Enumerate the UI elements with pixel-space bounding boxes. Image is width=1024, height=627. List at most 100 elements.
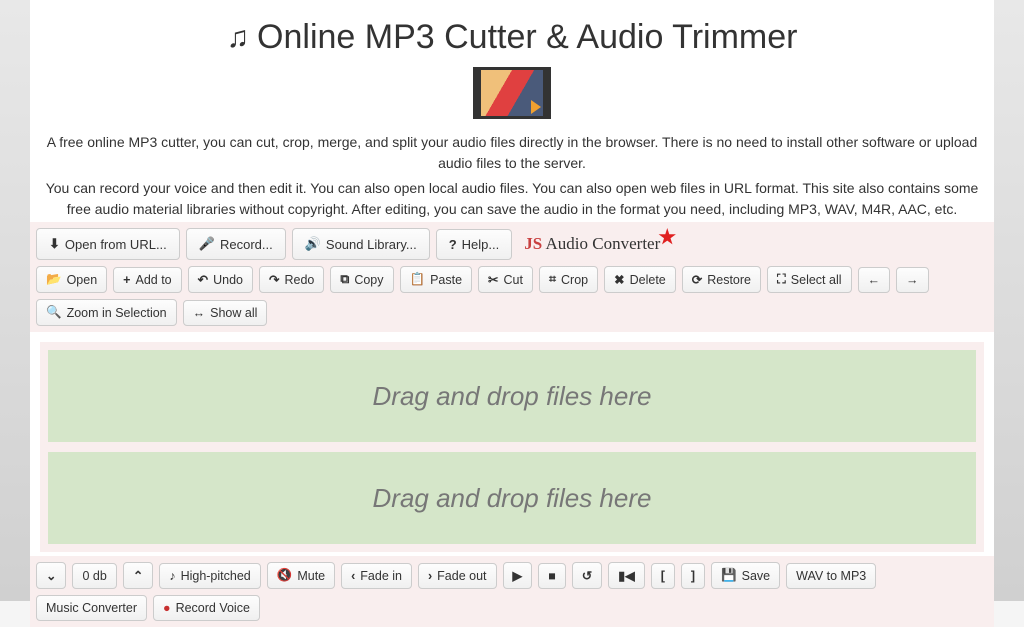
mute-label: Mute <box>297 569 325 583</box>
arrow-left-icon: ← <box>868 273 881 287</box>
arrow-right-icon: → <box>906 273 919 287</box>
drop-text-2: Drag and drop files here <box>373 483 652 514</box>
play-button[interactable]: ▶ <box>503 562 533 589</box>
show-all-icon: ↔ <box>193 306 206 320</box>
paste-button[interactable]: 📋Paste <box>400 266 473 293</box>
microphone-icon: 🎤 <box>199 236 215 252</box>
description-line-1: A free online MP3 cutter, you can cut, c… <box>30 130 994 176</box>
open-url-label: Open from URL... <box>65 237 167 252</box>
volume-dropdown-button[interactable]: ⌄ <box>36 562 66 589</box>
download-icon: ⬇ <box>49 236 60 252</box>
save-button[interactable]: 💾 Save <box>711 562 780 589</box>
music-converter-button[interactable]: Music Converter <box>36 595 147 621</box>
fade-in-label: Fade in <box>360 569 402 583</box>
select-all-button[interactable]: ⛶Select all <box>767 266 852 293</box>
fade-in-icon: ‹ <box>351 569 355 583</box>
bracket-close-button[interactable]: ] <box>681 563 705 589</box>
audio-converter-link[interactable]: JS Audio Converter <box>518 234 666 254</box>
copy-label: Copy <box>354 273 383 287</box>
new-badge-icon <box>658 228 676 246</box>
open-button[interactable]: 📂Open <box>36 266 107 293</box>
crop-button[interactable]: ⌗ Crop <box>539 266 598 293</box>
redo-icon: ↷ <box>269 272 279 287</box>
mute-button[interactable]: 🔇Mute <box>267 562 335 589</box>
fade-in-button[interactable]: ‹ Fade in <box>341 563 412 589</box>
skip-back-button[interactable]: ▮◀ <box>608 562 645 589</box>
db-label: 0 db <box>82 569 106 583</box>
page-title: ♫ Online MP3 Cutter & Audio Trimmer <box>227 18 798 57</box>
restore-button[interactable]: ⟳ Restore <box>682 266 761 293</box>
sound-library-button[interactable]: 🔊 Sound Library... <box>292 228 430 260</box>
background-right <box>994 0 1024 601</box>
wav-to-mp3-label: WAV to MP3 <box>796 569 866 583</box>
fade-out-button[interactable]: ›Fade out <box>418 563 497 589</box>
zoom-in-selection-button[interactable]: 🔍Zoom in Selection <box>36 299 177 326</box>
record-label: Record... <box>220 237 273 252</box>
bracket-close-icon: ] <box>691 569 695 583</box>
chevron-down-icon: ⌄ <box>46 568 56 583</box>
loop-button[interactable]: ↺ <box>572 562 602 589</box>
save-icon: 💾 <box>721 568 737 583</box>
drop-area: Drag and drop files here Drag and drop f… <box>40 342 984 552</box>
record-voice-button[interactable]: ●Record Voice <box>153 595 260 621</box>
open-from-url-button[interactable]: ⬇ Open from URL... <box>36 228 180 260</box>
record-button[interactable]: 🎤 Record... <box>186 228 286 260</box>
db-value-button[interactable]: 0 db <box>72 563 116 589</box>
stop-button[interactable]: ■ <box>538 563 566 589</box>
select-all-label: Select all <box>791 273 842 287</box>
help-button[interactable]: ? Help... <box>436 229 513 260</box>
header: ♫ Online MP3 Cutter & Audio Trimmer <box>30 0 994 63</box>
loop-icon: ↺ <box>582 568 592 583</box>
primary-toolbar: ⬇ Open from URL... 🎤 Record... 🔊 Sound L… <box>30 222 994 262</box>
record-icon: ● <box>163 601 171 615</box>
crop-icon: ⌗ <box>549 272 556 287</box>
restore-icon: ⟳ <box>692 272 702 287</box>
restore-label: Restore <box>707 273 751 287</box>
play-icon <box>531 100 541 114</box>
add-to-label: Add to <box>135 273 171 287</box>
sound-library-label: Sound Library... <box>326 237 417 252</box>
delete-button[interactable]: ✖Delete <box>604 266 676 293</box>
cut-button[interactable]: ✂ Cut <box>478 266 533 293</box>
bracket-open-icon: [ <box>661 569 665 583</box>
arrow-left-button[interactable]: ← <box>858 267 891 293</box>
redo-button[interactable]: ↷ Redo <box>259 266 324 293</box>
volume-up-button[interactable]: ⌃ <box>123 562 153 589</box>
redo-label: Redo <box>284 273 314 287</box>
converter-text: Audio Converter <box>542 234 660 253</box>
show-all-label: Show all <box>210 306 257 320</box>
cut-icon: ✂ <box>488 272 498 287</box>
arrow-right-button[interactable]: → <box>896 267 929 293</box>
speaker-icon: 🔊 <box>305 236 321 252</box>
crop-label: Crop <box>561 273 588 287</box>
drop-zone-1[interactable]: Drag and drop files here <box>48 350 976 442</box>
paste-icon: 📋 <box>410 272 426 287</box>
fade-out-label: Fade out <box>437 569 486 583</box>
zoom-icon: 🔍 <box>46 305 62 320</box>
wav-to-mp3-button[interactable]: WAV to MP3 <box>786 563 876 589</box>
show-all-button[interactable]: ↔ Show all <box>183 300 268 326</box>
video-thumbnail[interactable] <box>473 67 551 119</box>
copy-icon: ⧉ <box>340 272 349 287</box>
music-converter-label: Music Converter <box>46 601 137 615</box>
background-left <box>0 0 30 601</box>
edit-toolbar: 📂Open + Add to ↶Undo ↷ Redo ⧉ Copy 📋Paste ✂… <box>30 262 994 332</box>
undo-button[interactable]: ↶Undo <box>188 266 253 293</box>
main-panel: ♫ Online MP3 Cutter & Audio Trimmer A fr… <box>30 0 994 627</box>
drop-text-1: Drag and drop files here <box>373 381 652 412</box>
add-to-button[interactable]: + Add to <box>113 267 181 293</box>
bracket-open-button[interactable]: [ <box>651 563 675 589</box>
video-thumb-wrap <box>30 67 994 124</box>
skip-back-icon: ▮◀ <box>618 568 635 583</box>
cut-label: Cut <box>504 273 523 287</box>
plus-icon: + <box>123 273 130 287</box>
title-text: Online MP3 Cutter & Audio Trimmer <box>257 18 797 57</box>
high-pitched-button[interactable]: ♪High-pitched <box>159 563 260 589</box>
undo-label: Undo <box>213 273 243 287</box>
description-line-2: You can record your voice and then edit … <box>30 176 994 222</box>
copy-button[interactable]: ⧉ Copy <box>330 266 393 293</box>
drop-zone-2[interactable]: Drag and drop files here <box>48 452 976 544</box>
stop-icon: ■ <box>548 569 556 583</box>
delete-label: Delete <box>630 273 666 287</box>
save-label: Save <box>742 569 771 583</box>
